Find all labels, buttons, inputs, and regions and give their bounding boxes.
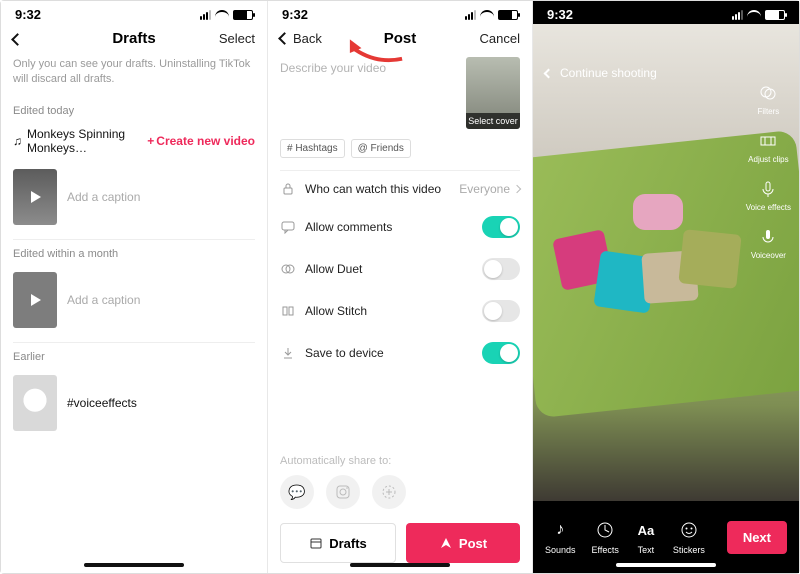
describe-input[interactable]: Describe your video — [280, 57, 456, 129]
signal-icon — [465, 10, 476, 20]
post-screen: 9:32 Back Post Cancel Describe your vide… — [267, 1, 533, 573]
page-title: Drafts — [112, 30, 155, 47]
status-time: 9:32 — [282, 7, 308, 22]
back-button[interactable] — [13, 31, 69, 46]
signal-icon — [732, 10, 743, 20]
chevron-right-icon — [513, 184, 521, 192]
cancel-button[interactable]: Cancel — [464, 31, 520, 46]
draft-caption: #voiceeffects — [67, 396, 137, 410]
section-today: Edited today — [1, 97, 267, 123]
tool-adjust-clips[interactable]: Adjust clips — [748, 130, 788, 164]
chevron-left-icon — [278, 32, 291, 45]
battery-icon — [498, 10, 518, 20]
share-instagram-icon[interactable] — [326, 475, 360, 509]
draft-item[interactable]: Add a caption — [1, 163, 267, 239]
drafts-notice: Only you can see your drafts. Uninstalli… — [1, 57, 267, 97]
effects-icon — [594, 519, 616, 541]
home-indicator — [84, 563, 184, 567]
tool-voiceover[interactable]: Voiceover — [751, 226, 786, 260]
status-bar: 9:32 — [1, 1, 267, 24]
hashtags-chip[interactable]: # Hashtags — [280, 139, 345, 158]
share-more-icon[interactable] — [372, 475, 406, 509]
status-time: 9:32 — [547, 7, 573, 22]
cover-label: Select cover — [466, 113, 520, 129]
option-duet: Allow Duet — [268, 248, 532, 290]
option-save: Save to device — [268, 332, 532, 374]
sounds-icon: ♪ — [549, 519, 571, 541]
home-indicator — [350, 563, 450, 567]
play-icon — [31, 294, 41, 306]
caption-placeholder: Add a caption — [67, 190, 140, 204]
toggle-stitch[interactable] — [482, 300, 520, 322]
select-button[interactable]: Select — [199, 31, 255, 46]
section-earlier: Earlier — [1, 343, 267, 369]
stitch-icon — [280, 304, 295, 319]
draft-music[interactable]: ♫ Monkeys Spinning Monkeys… — [13, 127, 147, 155]
next-button[interactable]: Next — [727, 521, 787, 554]
option-stitch: Allow Stitch — [268, 290, 532, 332]
toggle-comments[interactable] — [482, 216, 520, 238]
voice-effects-icon — [757, 178, 779, 200]
toggle-duet[interactable] — [482, 258, 520, 280]
friends-chip[interactable]: @ Friends — [351, 139, 411, 158]
tool-voice-effects[interactable]: Voice effects — [746, 178, 791, 212]
back-button[interactable]: Back — [280, 31, 336, 46]
post-button[interactable]: Post — [406, 523, 520, 563]
toggle-save[interactable] — [482, 342, 520, 364]
music-title: Monkeys Spinning Monkeys… — [27, 127, 147, 155]
draft-thumbnail — [13, 169, 57, 225]
drafts-header: Drafts Select — [1, 24, 267, 57]
duet-icon — [280, 262, 295, 277]
page-title: Post — [384, 30, 417, 47]
post-icon — [439, 536, 453, 550]
status-bar: 9:32 — [533, 1, 799, 24]
draft-item[interactable]: Add a caption — [1, 266, 267, 342]
lock-icon — [280, 181, 295, 196]
drafts-screen: 9:32 Drafts Select Only you can see your… — [1, 1, 267, 573]
comment-icon — [280, 220, 295, 235]
filters-icon — [757, 82, 779, 104]
home-indicator — [616, 563, 716, 567]
status-bar: 9:32 — [268, 1, 532, 24]
caption-placeholder: Add a caption — [67, 293, 140, 307]
camera-screen: 9:32 Continue shooting Filters Adjust cl… — [533, 1, 799, 573]
chevron-left-icon — [11, 33, 24, 46]
continue-shooting[interactable]: Continue shooting — [545, 66, 657, 80]
music-note-icon: ♫ — [13, 134, 22, 148]
download-icon — [280, 346, 295, 361]
plus-icon: + — [147, 134, 154, 148]
chevron-left-icon — [544, 68, 554, 78]
draft-item[interactable]: #voiceeffects — [1, 369, 267, 445]
drafts-button[interactable]: Drafts — [280, 523, 396, 563]
tool-filters[interactable]: Filters — [757, 82, 779, 116]
tool-stickers[interactable]: Stickers — [673, 519, 705, 555]
play-icon — [31, 191, 41, 203]
wifi-icon — [747, 10, 761, 20]
share-label: Automatically share to: — [268, 433, 532, 475]
battery-icon — [765, 10, 785, 20]
status-time: 9:32 — [15, 7, 41, 22]
battery-icon — [233, 10, 253, 20]
option-comments: Allow comments — [268, 206, 532, 248]
tool-text[interactable]: AaText — [635, 519, 657, 555]
stickers-icon — [678, 519, 700, 541]
text-icon: Aa — [635, 519, 657, 541]
camera-preview: Continue shooting Filters Adjust clips V… — [533, 24, 799, 501]
voiceover-icon — [757, 226, 779, 248]
draft-thumbnail — [13, 272, 57, 328]
adjust-clips-icon — [757, 130, 779, 152]
wifi-icon — [215, 10, 229, 20]
section-month: Edited within a month — [1, 240, 267, 266]
wifi-icon — [480, 10, 494, 20]
drafts-icon — [309, 536, 323, 550]
signal-icon — [200, 10, 211, 20]
create-new-video[interactable]: + Create new video — [147, 134, 255, 148]
share-message-icon[interactable]: 💬 — [280, 475, 314, 509]
cover-selector[interactable]: Select cover — [466, 57, 520, 129]
option-privacy[interactable]: Who can watch this video Everyone — [268, 171, 532, 206]
draft-thumbnail — [13, 375, 57, 431]
tool-sounds[interactable]: ♪Sounds — [545, 519, 576, 555]
post-header: Back Post Cancel — [268, 24, 532, 57]
tool-effects[interactable]: Effects — [592, 519, 619, 555]
